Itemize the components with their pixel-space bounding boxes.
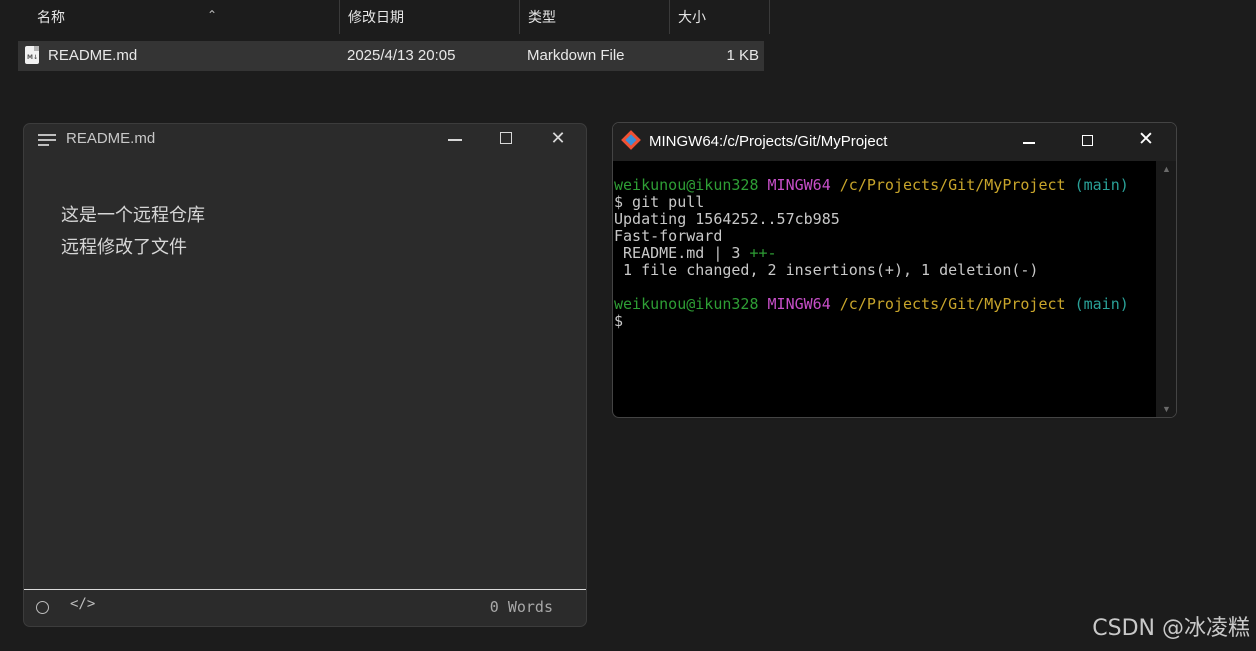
prompt-user: weikunou@ikun328 xyxy=(614,295,759,313)
file-modified: 2025/4/13 20:05 xyxy=(347,47,456,64)
file-explorer: 名称 ⌃ 修改日期 类型 大小 M↓ README.md 2025/4/13 2… xyxy=(0,0,1256,80)
diff-file: README.md | 3 xyxy=(614,244,750,262)
file-type: Markdown File xyxy=(527,47,625,64)
notepad-title: README.md xyxy=(66,130,156,147)
maximize-button[interactable] xyxy=(495,127,519,151)
terminal-titlebar[interactable]: MINGW64:/c/Projects/Git/MyProject ✕ xyxy=(613,123,1176,161)
prompt-branch: (main) xyxy=(1074,295,1129,313)
column-header-type-label: 类型 xyxy=(528,9,556,25)
final-prompt: $ xyxy=(614,312,624,330)
column-header-name[interactable]: 名称 ⌃ xyxy=(29,0,340,34)
minimize-button[interactable] xyxy=(443,127,467,151)
word-count: 0 Words xyxy=(489,598,553,616)
file-name: README.md xyxy=(48,47,138,64)
column-header-size[interactable]: 大小 xyxy=(670,0,770,34)
prompt-branch: (main) xyxy=(1074,176,1129,194)
notepad-titlebar[interactable]: README.md ✕ xyxy=(24,124,586,154)
notepad-editor[interactable]: 这是一个远程仓库 远程修改了文件 xyxy=(61,200,205,264)
close-icon: ✕ xyxy=(550,128,566,148)
maximize-icon xyxy=(500,132,512,144)
sort-up-icon: ⌃ xyxy=(207,8,218,22)
command-line: $ git pull xyxy=(614,193,705,211)
prompt-line: weikunou@ikun328 MINGW64 /c/Projects/Git… xyxy=(614,177,1154,194)
terminal-title: MINGW64:/c/Projects/Git/MyProject xyxy=(649,133,888,150)
diff-marks: ++- xyxy=(749,244,777,262)
menu-icon[interactable] xyxy=(38,134,56,146)
prompt-path: /c/Projects/Git/MyProject xyxy=(839,176,1066,194)
editor-line: 这是一个远程仓库 xyxy=(61,205,205,226)
notepad-window: README.md ✕ 这是一个远程仓库 远程修改了文件 </> 0 Words xyxy=(23,123,587,627)
terminal-scrollbar[interactable]: ▲ ▼ xyxy=(1156,161,1176,417)
markdown-file-icon: M↓ xyxy=(25,46,39,64)
terminal-window: MINGW64:/c/Projects/Git/MyProject ✕ weik… xyxy=(612,122,1177,418)
git-icon xyxy=(621,130,641,150)
terminal-output[interactable]: weikunou@ikun328 MINGW64 /c/Projects/Git… xyxy=(614,177,1154,330)
minimize-icon xyxy=(448,139,462,141)
close-icon[interactable]: ✕ xyxy=(1138,128,1154,151)
file-row[interactable]: M↓ README.md 2025/4/13 20:05 Markdown Fi… xyxy=(18,41,764,71)
scroll-down-icon[interactable]: ▼ xyxy=(1162,404,1171,414)
close-button[interactable]: ✕ xyxy=(546,126,570,150)
column-header-modified-label: 修改日期 xyxy=(348,9,404,25)
column-header-name-label: 名称 xyxy=(37,9,65,25)
column-header-modified[interactable]: 修改日期 xyxy=(340,0,520,34)
file-size: 1 KB xyxy=(726,47,759,64)
output-line: Updating 1564252..57cb985 xyxy=(614,210,840,228)
watermark: CSDN @冰凌糕 xyxy=(1092,616,1250,641)
output-line: Fast-forward xyxy=(614,227,723,245)
prompt-env: MINGW64 xyxy=(767,176,831,194)
column-header-type[interactable]: 类型 xyxy=(520,0,670,34)
notepad-statusbar: </> 0 Words xyxy=(24,589,586,626)
prompt-path: /c/Projects/Git/MyProject xyxy=(839,295,1066,313)
minimize-icon[interactable] xyxy=(1023,142,1035,144)
summary-line: 1 file changed, 2 insertions(+), 1 delet… xyxy=(614,261,1039,279)
circle-icon[interactable] xyxy=(36,601,49,614)
prompt-user: weikunou@ikun328 xyxy=(614,176,759,194)
diff-line: README.md | 3 ++- xyxy=(614,245,1154,262)
prompt-line: weikunou@ikun328 MINGW64 /c/Projects/Git… xyxy=(614,296,1154,313)
code-icon[interactable]: </> xyxy=(70,596,95,612)
maximize-icon[interactable] xyxy=(1082,135,1093,146)
prompt-env: MINGW64 xyxy=(767,295,831,313)
scroll-up-icon[interactable]: ▲ xyxy=(1162,164,1171,174)
column-header-size-label: 大小 xyxy=(678,9,706,25)
editor-line: 远程修改了文件 xyxy=(61,237,187,258)
